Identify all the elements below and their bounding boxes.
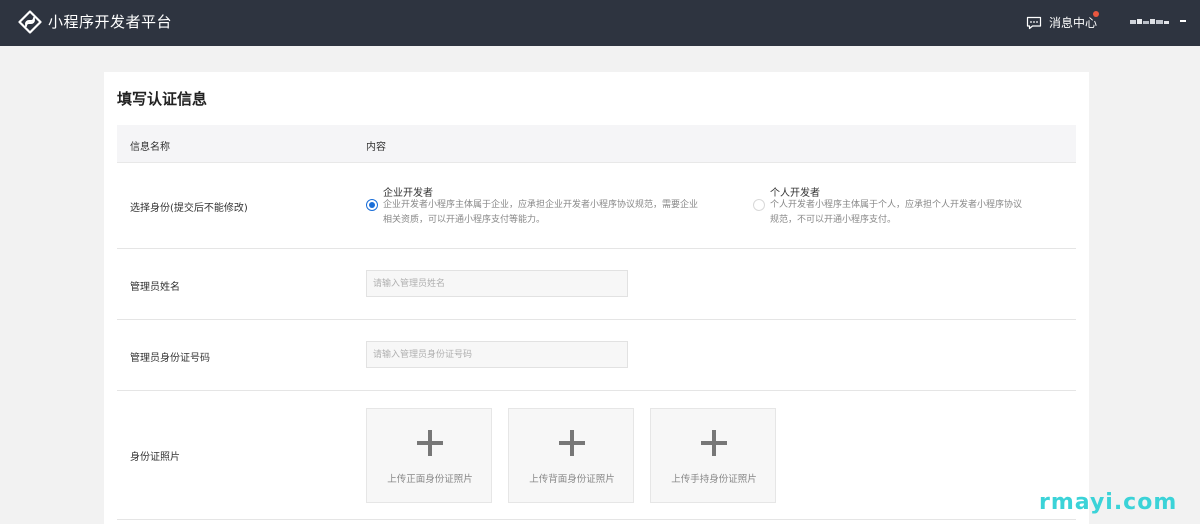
page-title: 填写认证信息 (117, 90, 208, 108)
identity-label: 选择身份(提交后不能修改) (130, 203, 248, 214)
admin-id-row: 管理员身份证号码 (117, 320, 1076, 391)
user-avatar-masked[interactable] (1130, 18, 1170, 26)
message-center-label: 消息中心 (1049, 16, 1098, 30)
enterprise-option-title: 企业开发者 (383, 188, 433, 199)
plus-icon (559, 430, 585, 456)
admin-name-row: 管理员姓名 (117, 249, 1076, 320)
verification-form-card: 填写认证信息 信息名称 内容 选择身份(提交后不能修改) 企业开发者 企业开发者… (104, 72, 1089, 524)
admin-name-input[interactable] (366, 270, 628, 297)
table-header: 信息名称 内容 (117, 125, 1076, 163)
id-photos-row: 身份证照片 上传正面身份证照片 上传背面身份证照片 上传手持身份证照片 (117, 391, 1076, 520)
chat-bubble-icon (1026, 16, 1042, 29)
column-header-content: 内容 (366, 142, 386, 153)
notification-dot (1093, 11, 1099, 17)
upload-handheld-id-label: 上传手持身份证照片 (671, 474, 757, 485)
enterprise-option-desc-2: 相关资质，可以开通小程序支付等能力。 (383, 215, 546, 225)
id-photos-label: 身份证照片 (130, 452, 180, 463)
admin-id-input[interactable] (366, 341, 628, 368)
personal-option-desc-2: 规范，不可以开通小程序支付。 (770, 215, 897, 225)
personal-radio[interactable] (753, 199, 765, 211)
mini-program-logo-icon[interactable] (18, 10, 42, 34)
upload-front-id-label: 上传正面身份证照片 (387, 474, 473, 485)
message-center-button[interactable]: 消息中心 (1026, 11, 1099, 31)
watermark: rmayi.com (1039, 490, 1178, 515)
enterprise-radio[interactable] (366, 199, 378, 211)
column-header-name: 信息名称 (130, 142, 170, 153)
identity-row: 选择身份(提交后不能修改) 企业开发者 企业开发者小程序主体属于企业，应承担企业… (117, 163, 1076, 249)
personal-option-desc-1: 个人开发者小程序主体属于个人，应承担个人开发者小程序协议 (770, 200, 1023, 210)
upload-back-id-button[interactable]: 上传背面身份证照片 (508, 408, 634, 503)
upload-handheld-id-button[interactable]: 上传手持身份证照片 (650, 408, 776, 503)
admin-name-label: 管理员姓名 (130, 282, 180, 293)
personal-option-title: 个人开发者 (770, 188, 820, 199)
top-navigation-bar: 小程序开发者平台 消息中心 (0, 0, 1200, 46)
upload-front-id-button[interactable]: 上传正面身份证照片 (366, 408, 492, 503)
app-title[interactable]: 小程序开发者平台 (48, 12, 172, 32)
admin-id-label: 管理员身份证号码 (130, 353, 210, 364)
enterprise-option-desc-1: 企业开发者小程序主体属于企业，应承担企业开发者小程序协议规范，需要企业 (383, 200, 699, 210)
upload-back-id-label: 上传背面身份证照片 (529, 474, 615, 485)
plus-icon (701, 430, 727, 456)
plus-icon (417, 430, 443, 456)
user-menu-toggle[interactable] (1180, 20, 1186, 22)
